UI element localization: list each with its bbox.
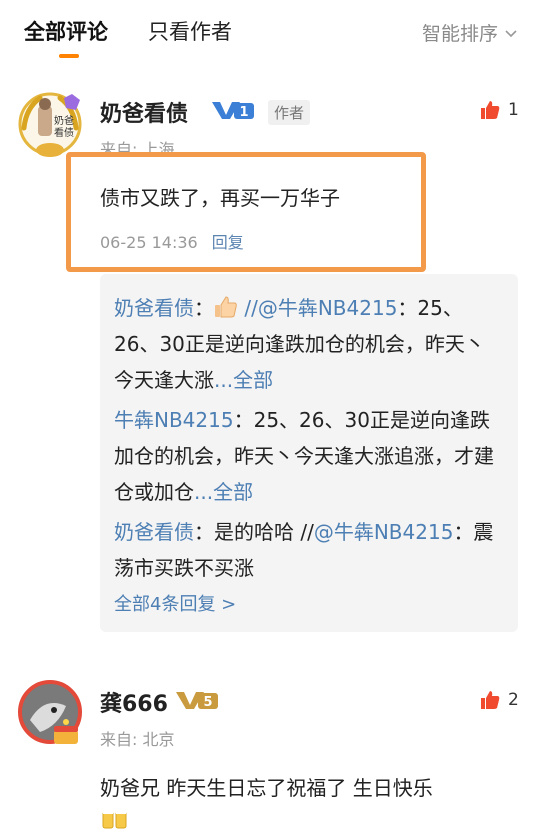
like-button[interactable]: 2 (480, 690, 519, 710)
avatar-text: 奶爸 看债 (54, 116, 74, 139)
reply-user[interactable]: 奶爸看债 (114, 296, 194, 320)
thumbs-up-icon (481, 691, 500, 709)
like-count: 2 (508, 690, 519, 710)
tab-author-only[interactable]: 只看作者 (148, 16, 232, 46)
comment-tabs: 全部评论 只看作者 智能排序 (0, 0, 540, 64)
user-level-badge: 5 (174, 689, 220, 711)
cheers-emoji-icon (102, 810, 127, 829)
reply-user[interactable]: 奶爸看债 (114, 520, 194, 544)
username[interactable]: 奶爸看债 (100, 96, 188, 128)
birthday-avatar-frame (18, 680, 82, 744)
vip-level-icon: 1 (212, 102, 254, 120)
chevron-down-icon (505, 29, 517, 37)
reply-mention[interactable]: @牛犇NB4215 (314, 520, 454, 544)
thumbs-up-icon (481, 101, 500, 119)
sort-label: 智能排序 (421, 23, 498, 45)
comment-text: 债市又跌了，再买一万华子 (100, 186, 340, 210)
reply-button[interactable]: 回复 (212, 233, 244, 252)
reply-colon: ： (194, 520, 214, 544)
reply-item: 奶爸看债：是的哈哈 //@牛犇NB4215：震荡市买跌不买涨 (114, 514, 504, 586)
active-tab-indicator (59, 54, 79, 58)
expand-link[interactable]: ...全部 (214, 368, 273, 392)
reply-thread[interactable]: 奶爸看债： //@牛犇NB4215：25、26、30正是逆向逢跌加仓的机会，昨天… (100, 274, 518, 632)
comment-text: 奶爸兄 昨天生日忘了祝福了 生日快乐 (100, 776, 433, 800)
username[interactable]: 龚666 (100, 686, 168, 718)
expand-link[interactable]: ...全部 (194, 480, 253, 504)
avatar[interactable]: 奶爸 看债 (14, 88, 86, 160)
reply-item: 奶爸看债： //@牛犇NB4215：25、26、30正是逆向逢跌加仓的机会，昨天… (114, 290, 504, 398)
reply-item: 牛犇NB4215：25、26、30正是逆向逢跌加仓的机会，昨天丶今天逢大涨追涨，… (114, 402, 504, 510)
reply-text: 是的哈哈 // (214, 520, 314, 544)
sort-dropdown[interactable]: 智能排序 (422, 19, 518, 46)
thumbs-up-emoji-icon (215, 296, 237, 318)
all-replies-link[interactable]: 全部4条回复 > (114, 590, 504, 616)
vip-level-icon: 5 (176, 692, 218, 710)
reply-colon: ： (194, 296, 214, 320)
tab-all-comments[interactable]: 全部评论 (24, 16, 108, 46)
like-button[interactable]: 1 (480, 100, 519, 120)
location: 来自: 北京 (100, 730, 175, 749)
comment-time: 06-25 14:36 (100, 233, 198, 252)
level-number: 1 (239, 105, 248, 120)
avatar[interactable] (14, 676, 86, 748)
comment-meta: 06-25 14:36 回复 (100, 229, 244, 253)
user-level-badge: 1 (210, 99, 256, 121)
reply-mention[interactable]: //@牛犇NB4215 (244, 296, 397, 320)
reply-colon: ： (233, 408, 254, 432)
reply-user[interactable]: 牛犇NB4215 (114, 408, 234, 432)
highlight-box (66, 152, 426, 272)
author-badge: 作者 (268, 100, 311, 125)
level-number: 5 (203, 695, 212, 710)
like-count: 1 (508, 100, 519, 120)
